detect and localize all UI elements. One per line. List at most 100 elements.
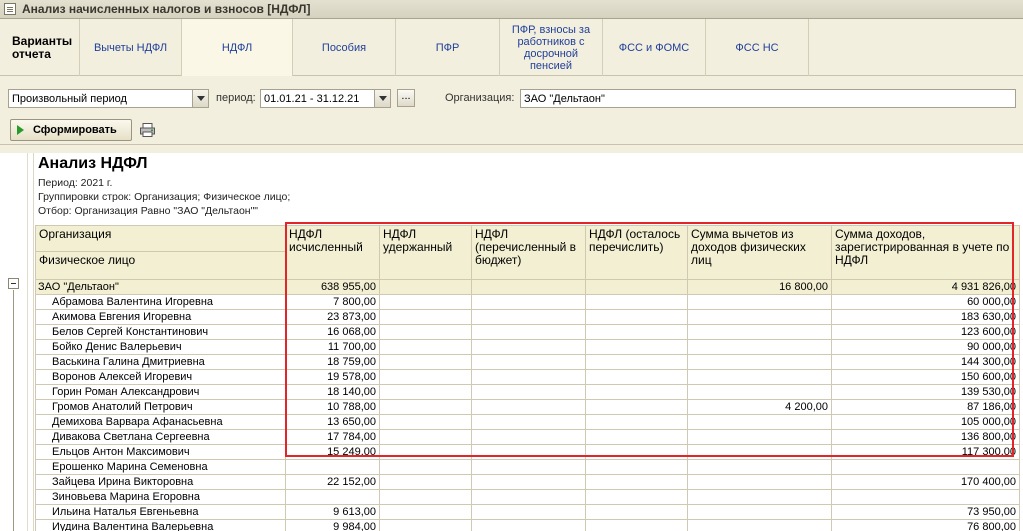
table-cell: [687, 519, 832, 531]
table-cell: [471, 414, 586, 430]
tab-report-variants[interactable]: Варианты отчета: [0, 19, 80, 76]
table-row[interactable]: Васькина Галина Дмитриевна 18 759,00 144 3…: [35, 354, 1020, 370]
organization-field[interactable]: ЗАО "Дельтаон": [520, 89, 1016, 108]
table-row[interactable]: Ельцов Антон Максимович 15 249,00 117 300,…: [35, 444, 1020, 460]
report-table: Организация НДФЛ исчисленный НДФЛ удержанн…: [35, 225, 1020, 531]
table-cell: [471, 504, 586, 520]
table-cell: [285, 489, 380, 505]
chevron-down-icon[interactable]: [374, 90, 390, 107]
person-name: Воронов Алексей Игоревич: [35, 369, 286, 385]
person-name: Иудина Валентина Валерьевна: [35, 519, 286, 531]
tab-ndfl[interactable]: НДФЛ: [182, 19, 293, 76]
table-cell: [585, 429, 688, 445]
tab-ndfl-deductions[interactable]: Вычеты НДФЛ: [80, 19, 182, 76]
table-row[interactable]: Зиновьева Марина Егоровна: [35, 489, 1020, 505]
table-cell: [831, 459, 1020, 475]
report-area[interactable]: Анализ НДФЛ Период: 2021 г. Группировки …: [0, 153, 1023, 531]
table-cell: [379, 354, 472, 370]
table-cell: 136 800,00: [831, 429, 1020, 445]
table-cell: [285, 459, 380, 475]
table-cell: [585, 324, 688, 340]
table-cell: 9 984,00: [285, 519, 380, 531]
table-cell: 76 800,00: [831, 519, 1020, 531]
table-cell: [585, 399, 688, 415]
person-name: Зайцева Ирина Викторовна: [35, 474, 286, 490]
table-row[interactable]: Ерошенко Марина Семеновна: [35, 459, 1020, 475]
column-header: Сумма вычетов из доходов физических лиц: [687, 225, 832, 280]
table-row[interactable]: Зайцева Ирина Викторовна 22 152,00 170 400…: [35, 474, 1020, 490]
tab-fss-ns[interactable]: ФСС НС: [706, 19, 809, 76]
table-cell: [471, 309, 586, 325]
table-cell: 73 950,00: [831, 504, 1020, 520]
table-cell: [687, 354, 832, 370]
period-value: 01.01.21 - 31.12.21: [264, 92, 360, 105]
table-cell: [471, 354, 586, 370]
table-cell: [379, 489, 472, 505]
table-cell: [585, 384, 688, 400]
table-cell: 23 873,00: [285, 309, 380, 325]
table-cell: [687, 444, 832, 460]
tab-benefits[interactable]: Пособия: [293, 19, 396, 76]
table-cell: 139 530,00: [831, 384, 1020, 400]
person-name: Абрамова Валентина Игоревна: [35, 294, 286, 310]
report-title: Анализ НДФЛ: [38, 155, 148, 172]
table-cell: [379, 399, 472, 415]
report-grouping: Группировки строк: Организация; Физическ…: [38, 191, 291, 203]
table-row[interactable]: Горин Роман Александрович 18 140,00 139 53…: [35, 384, 1020, 400]
table-row[interactable]: Воронов Алексей Игоревич 19 578,00 150 600…: [35, 369, 1020, 385]
table-cell: [379, 519, 472, 531]
table-cell: [379, 429, 472, 445]
table-row[interactable]: Бойко Денис Валерьевич 11 700,00 90 000,00: [35, 339, 1020, 355]
chevron-down-icon[interactable]: [192, 90, 208, 107]
table-cell: 170 400,00: [831, 474, 1020, 490]
total-row[interactable]: ЗАО "Дельтаон" 638 955,00 16 800,00 4 931 8…: [35, 279, 1020, 295]
table-cell: [831, 489, 1020, 505]
table-cell: [379, 309, 472, 325]
column-header-organization: Организация: [35, 225, 286, 252]
table-cell: 18 759,00: [285, 354, 380, 370]
table-row[interactable]: Белов Сергей Константинович 16 068,00 123 …: [35, 324, 1020, 340]
person-name: Зиновьева Марина Егоровна: [35, 489, 286, 505]
person-name: Белов Сергей Константинович: [35, 324, 286, 340]
person-name: Ельцов Антон Максимович: [35, 444, 286, 460]
table-cell: [379, 504, 472, 520]
table-cell: 4 200,00: [687, 399, 832, 415]
print-settings-icon[interactable]: [140, 123, 156, 137]
total-row-label: ЗАО "Дельтаон": [35, 279, 286, 295]
table-cell: 7 800,00: [285, 294, 380, 310]
table-row[interactable]: Демихова Варвара Афанасьевна 13 650,00 105…: [35, 414, 1020, 430]
table-cell: [471, 444, 586, 460]
column-header: НДФЛ (перечисленный в бюджет): [471, 225, 586, 280]
generate-button[interactable]: Сформировать: [10, 119, 132, 141]
tab-pfr-early-pension[interactable]: ПФР, взносы за работников с досрочной пе…: [500, 19, 603, 76]
table-cell: [471, 474, 586, 490]
table-cell: 15 249,00: [285, 444, 380, 460]
table-cell: [687, 504, 832, 520]
table-cell: 144 300,00: [831, 354, 1020, 370]
table-row[interactable]: Громов Анатолий Петрович 10 788,00 4 200,0…: [35, 399, 1020, 415]
table-cell: [585, 309, 688, 325]
organization-label: Организация:: [445, 92, 515, 104]
table-cell: [585, 414, 688, 430]
period-type-select[interactable]: Произвольный период: [8, 89, 209, 108]
table-cell: 13 650,00: [285, 414, 380, 430]
table-cell: 11 700,00: [285, 339, 380, 355]
period-select[interactable]: 01.01.21 - 31.12.21: [260, 89, 391, 108]
table-cell: [379, 384, 472, 400]
table-row[interactable]: Акимова Евгения Игоревна 23 873,00 183 630…: [35, 309, 1020, 325]
total-cell: [379, 279, 472, 295]
tab-fss-foms[interactable]: ФСС и ФОМС: [603, 19, 706, 76]
table-row[interactable]: Ильина Наталья Евгеньевна 9 613,00 73 950,…: [35, 504, 1020, 520]
collapse-group-icon[interactable]: [8, 278, 19, 289]
person-name: Демихова Варвара Афанасьевна: [35, 414, 286, 430]
table-cell: [471, 384, 586, 400]
window-titlebar: Анализ начисленных налогов и взносов [НД…: [0, 0, 1023, 19]
table-row[interactable]: Дивакова Светлана Сергеевна 17 784,00 136 …: [35, 429, 1020, 445]
tab-pfr[interactable]: ПФР: [396, 19, 500, 76]
table-cell: [471, 324, 586, 340]
period-type-value: Произвольный период: [12, 92, 127, 105]
period-choose-button[interactable]: ...: [397, 89, 415, 107]
table-cell: [687, 384, 832, 400]
table-row[interactable]: Иудина Валентина Валерьевна 9 984,00 76 80…: [35, 519, 1020, 531]
table-row[interactable]: Абрамова Валентина Игоревна 7 800,00 60 00…: [35, 294, 1020, 310]
